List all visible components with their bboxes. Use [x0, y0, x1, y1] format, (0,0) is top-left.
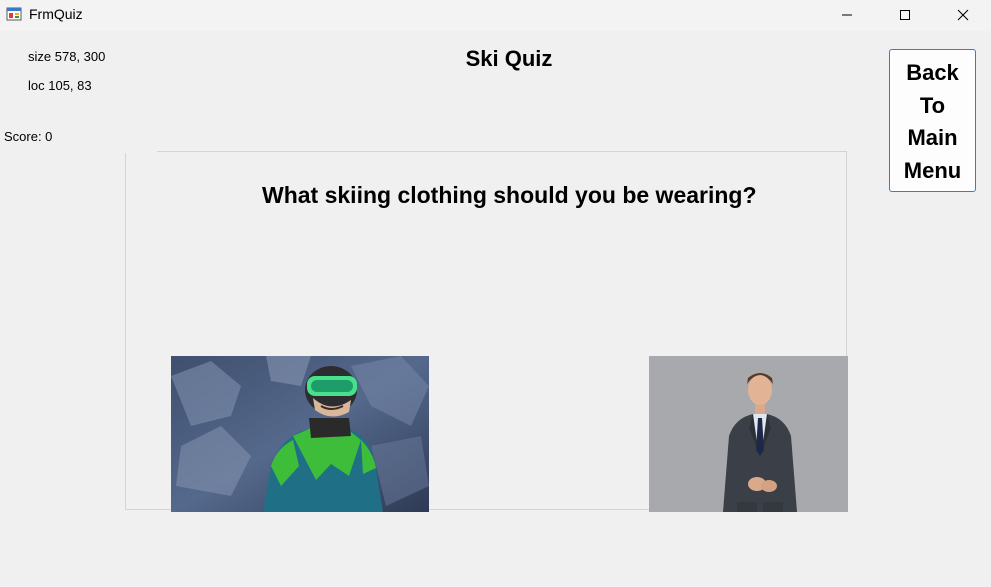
minimize-button[interactable]: [818, 0, 876, 29]
quiz-window: FrmQuiz size 578, 300 loc 105, 83 Score:…: [0, 0, 991, 587]
maximize-icon: [900, 9, 910, 20]
close-icon: [957, 9, 969, 20]
suit-photo-icon: [649, 356, 848, 512]
minimize-icon: [842, 14, 852, 15]
quiz-title: Ski Quiz: [465, 46, 553, 71]
back-to-main-menu-button[interactable]: Back To Main Menu: [889, 49, 976, 192]
skier-photo-icon: [171, 356, 429, 512]
panel-divider: [125, 150, 157, 153]
size-label: size 578, 300: [28, 49, 106, 64]
app-icon: [6, 6, 22, 22]
location-label: loc 105, 83: [28, 78, 92, 93]
answer-image-business-suit[interactable]: [649, 356, 848, 512]
answer-image-ski-jacket[interactable]: [171, 356, 429, 512]
window-title: FrmQuiz: [29, 6, 83, 22]
question-text: What skiing clothing should you be weari…: [262, 182, 757, 208]
maximize-button[interactable]: [876, 0, 934, 29]
title-bar[interactable]: FrmQuiz: [0, 0, 991, 31]
score-label: Score: 0: [4, 129, 53, 144]
close-button[interactable]: [934, 0, 991, 29]
